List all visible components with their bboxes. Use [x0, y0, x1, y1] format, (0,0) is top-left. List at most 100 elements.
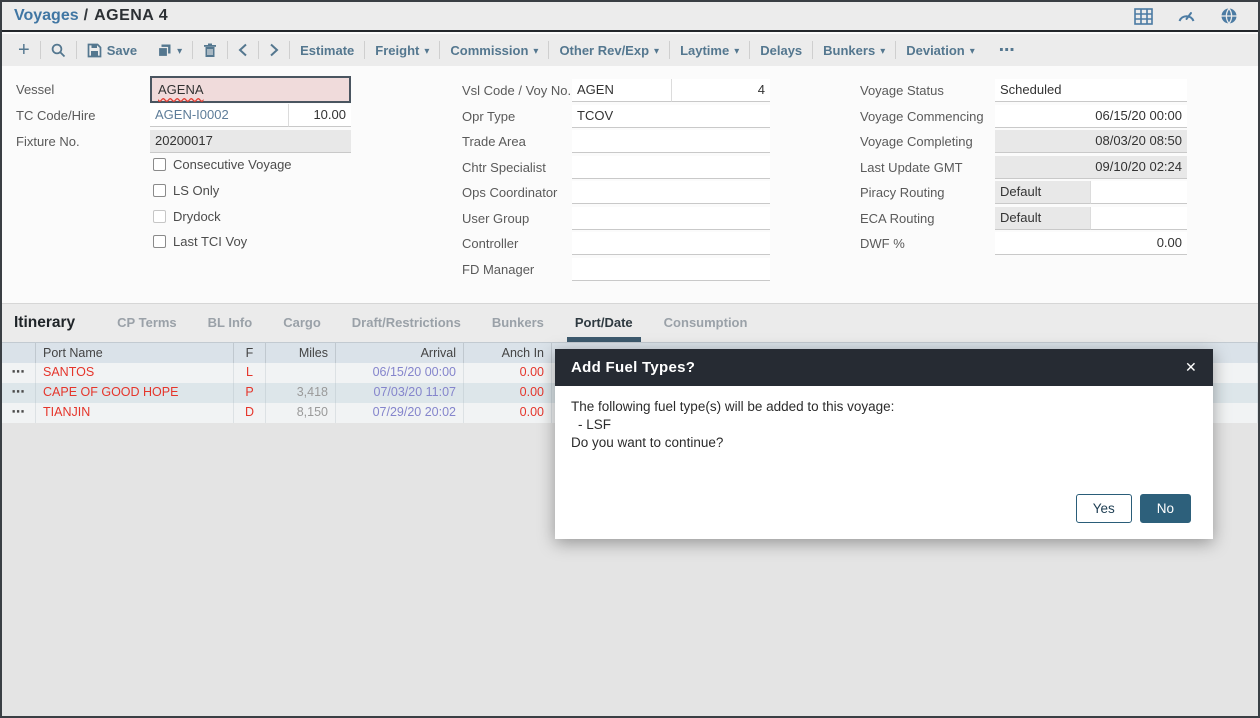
- opr-type-label: Opr Type: [462, 109, 515, 124]
- app-window: { "titlebar": { "breadcrumb_parent": "Vo…: [0, 0, 1260, 718]
- next-button[interactable]: [259, 34, 289, 66]
- close-icon[interactable]: ✕: [1185, 359, 1197, 376]
- gauge-icon[interactable]: [1177, 8, 1196, 24]
- piracy-routing-field[interactable]: Default: [995, 181, 1091, 204]
- dwf-label: DWF %: [860, 236, 905, 251]
- previous-button[interactable]: [228, 34, 258, 66]
- row-menu-icon[interactable]: ⋯: [2, 403, 36, 423]
- save-icon: [87, 43, 102, 58]
- tab-bl-info[interactable]: BL Info: [208, 304, 253, 342]
- freight-menu-button[interactable]: Freight▾: [365, 34, 439, 66]
- trade-area-field[interactable]: [572, 130, 770, 153]
- tc-code-field[interactable]: AGEN-I0002: [150, 104, 289, 127]
- row-menu-header-cell: [2, 343, 36, 363]
- title-bar: Voyages / AGENA 4: [2, 2, 1258, 32]
- tc-hire-field[interactable]: 10.00: [289, 104, 351, 127]
- vsl-code-voy-no-label: Vsl Code / Voy No.: [462, 83, 571, 98]
- ls-only-checkbox[interactable]: LS Only: [153, 183, 219, 198]
- row-menu-icon[interactable]: ⋯: [2, 363, 36, 383]
- user-group-label: User Group: [462, 211, 529, 226]
- search-button[interactable]: [41, 34, 76, 66]
- estimate-button[interactable]: Estimate: [290, 34, 364, 66]
- delays-button[interactable]: Delays: [750, 34, 812, 66]
- other-rev-exp-menu-button[interactable]: Other Rev/Exp▾: [549, 34, 669, 66]
- eca-routing-field[interactable]: Default: [995, 207, 1091, 230]
- piracy-routing-extra-field[interactable]: [1091, 181, 1187, 204]
- dwf-field[interactable]: 0.00: [995, 232, 1187, 255]
- commission-menu-button[interactable]: Commission▾: [440, 34, 548, 66]
- delete-button[interactable]: [193, 34, 227, 66]
- tab-cargo[interactable]: Cargo: [283, 304, 321, 342]
- last-tci-voy-checkbox[interactable]: Last TCI Voy: [153, 234, 247, 249]
- tc-code-hire-label: TC Code/Hire: [16, 108, 95, 123]
- deviation-menu-button[interactable]: Deviation▾: [896, 34, 985, 66]
- caret-down-icon: ▾: [533, 46, 538, 57]
- col-anch-in[interactable]: Anch In: [464, 343, 552, 363]
- dialog-message-line1: The following fuel type(s) will be added…: [571, 398, 1197, 416]
- voyage-commencing-field[interactable]: 06/15/20 00:00: [995, 105, 1187, 128]
- save-button[interactable]: Save: [77, 34, 147, 66]
- checkbox-icon: [153, 184, 166, 197]
- page-title: AGENA 4: [94, 7, 168, 25]
- dialog-buttons: Yes No: [1076, 494, 1191, 523]
- voyage-commencing-label: Voyage Commencing: [860, 109, 984, 124]
- caret-down-icon: ▾: [880, 46, 885, 57]
- user-group-field[interactable]: [572, 207, 770, 230]
- save-label: Save: [107, 43, 137, 58]
- col-f[interactable]: F: [234, 343, 266, 363]
- col-port-name[interactable]: Port Name: [36, 343, 234, 363]
- caret-down-icon: ▾: [177, 46, 182, 57]
- copy-icon: [157, 43, 172, 58]
- piracy-routing-label: Piracy Routing: [860, 185, 945, 200]
- voy-no-field[interactable]: 4: [672, 79, 770, 102]
- search-icon: [51, 43, 66, 58]
- vessel-field[interactable]: AGENA: [150, 76, 351, 103]
- voyage-status-label: Voyage Status: [860, 83, 944, 98]
- chtr-specialist-field[interactable]: [572, 156, 770, 179]
- more-icon: ⋯: [999, 40, 1016, 60]
- toolbar: + Save ▾ Estimate Freight▾ Commission▾ O…: [2, 34, 1258, 66]
- tab-bunkers[interactable]: Bunkers: [492, 304, 544, 342]
- voyage-completing-label: Voyage Completing: [860, 134, 973, 149]
- tab-cp-terms[interactable]: CP Terms: [117, 304, 177, 342]
- globe-icon[interactable]: [1220, 7, 1238, 25]
- trash-icon: [203, 43, 217, 58]
- laytime-menu-button[interactable]: Laytime▾: [670, 34, 749, 66]
- add-fuel-types-dialog: Add Fuel Types? ✕ The following fuel typ…: [555, 349, 1213, 539]
- opr-type-field[interactable]: TCOV: [572, 105, 770, 128]
- eca-routing-extra-field[interactable]: [1091, 207, 1187, 230]
- table-grid-icon[interactable]: [1134, 8, 1153, 25]
- fd-manager-field[interactable]: [572, 258, 770, 281]
- col-arrival[interactable]: Arrival: [336, 343, 464, 363]
- tab-draft-restrictions[interactable]: Draft/Restrictions: [352, 304, 461, 342]
- col-miles[interactable]: Miles: [266, 343, 336, 363]
- more-menu-button[interactable]: ⋯: [985, 34, 1030, 66]
- no-button[interactable]: No: [1140, 494, 1191, 523]
- checkbox-icon: [153, 210, 166, 223]
- yes-button[interactable]: Yes: [1076, 494, 1132, 523]
- tab-port-date[interactable]: Port/Date: [575, 304, 633, 342]
- breadcrumb-voyages-link[interactable]: Voyages: [14, 7, 79, 25]
- tab-consumption[interactable]: Consumption: [664, 304, 748, 342]
- checkbox-icon: [153, 158, 166, 171]
- add-button[interactable]: +: [8, 34, 40, 66]
- caret-down-icon: ▾: [734, 46, 739, 57]
- copy-menu-button[interactable]: ▾: [147, 34, 192, 66]
- dialog-body: The following fuel type(s) will be added…: [555, 386, 1213, 452]
- fd-manager-label: FD Manager: [462, 262, 534, 277]
- row-menu-icon[interactable]: ⋯: [2, 383, 36, 403]
- bunkers-menu-button[interactable]: Bunkers▾: [813, 34, 895, 66]
- plus-icon: +: [18, 41, 30, 59]
- vsl-code-field[interactable]: AGEN: [572, 79, 672, 102]
- voyage-status-field[interactable]: Scheduled: [995, 79, 1187, 102]
- controller-field[interactable]: [572, 232, 770, 255]
- fixture-no-label: Fixture No.: [16, 134, 80, 149]
- voyage-completing-field: 08/03/20 08:50: [995, 130, 1187, 153]
- ops-coordinator-field[interactable]: [572, 181, 770, 204]
- itinerary-tab-bar: Itinerary CP Terms BL Info Cargo Draft/R…: [2, 303, 1258, 342]
- last-update-gmt-label: Last Update GMT: [860, 160, 963, 175]
- controller-label: Controller: [462, 236, 518, 251]
- consecutive-voyage-checkbox[interactable]: Consecutive Voyage: [153, 157, 292, 172]
- ops-coordinator-label: Ops Coordinator: [462, 185, 557, 200]
- fixture-no-field: 20200017: [150, 130, 351, 153]
